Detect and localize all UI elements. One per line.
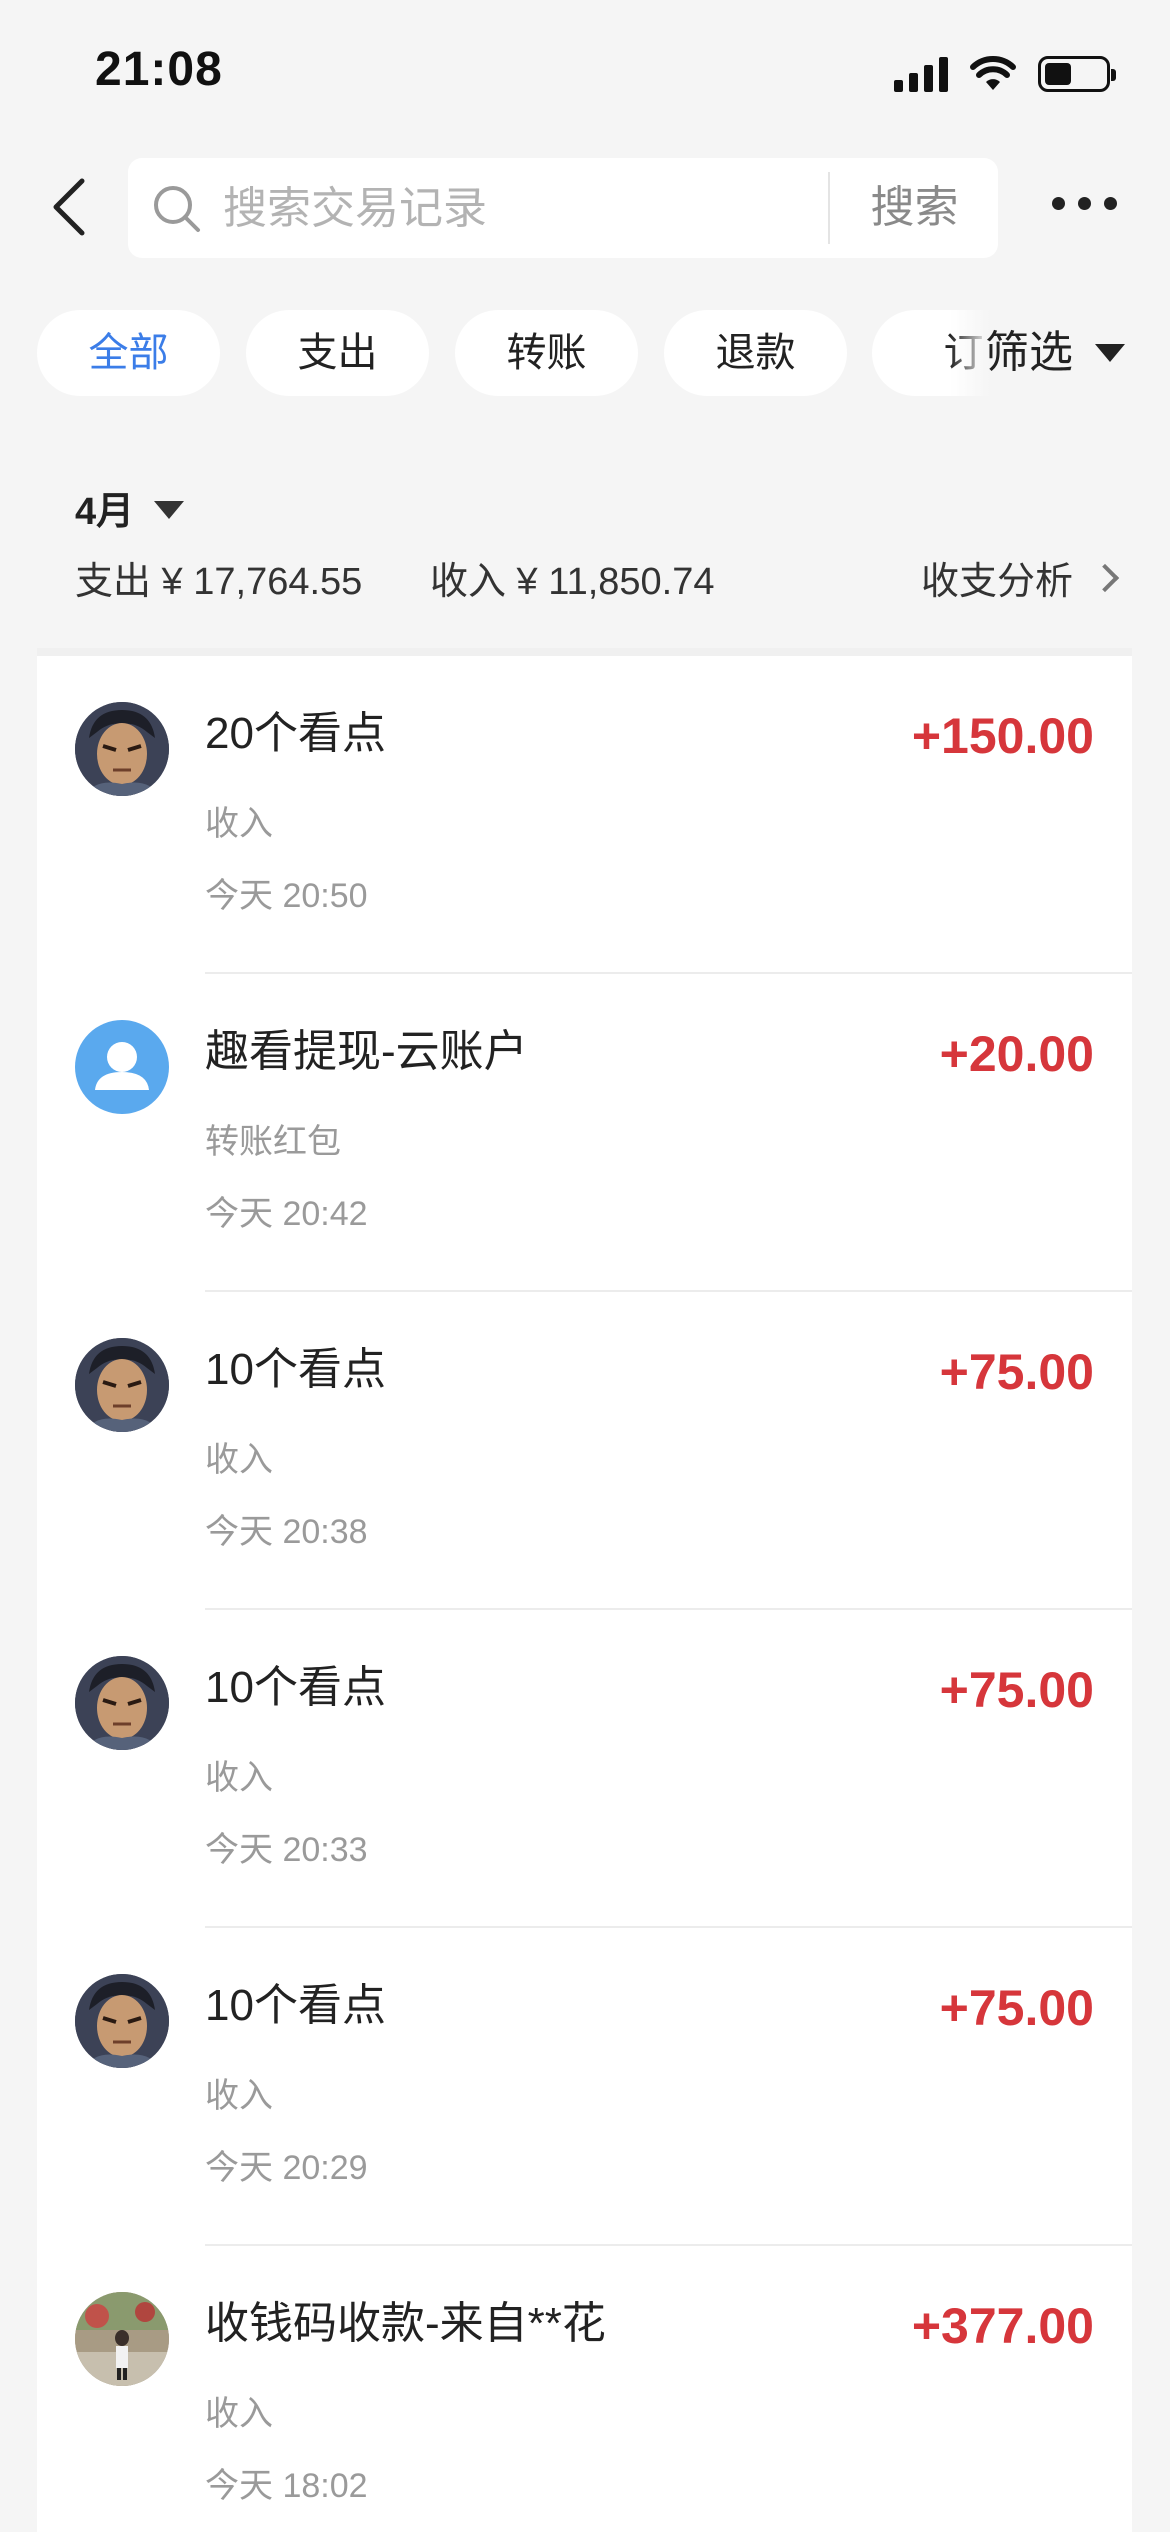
transaction-type: 收入: [205, 2077, 273, 2115]
transaction-type: 收入: [205, 1759, 273, 1797]
transaction-time: 今天 20:38: [205, 1513, 368, 1551]
transaction-title: 10个看点: [205, 1981, 386, 2030]
battery-icon: [1038, 56, 1116, 92]
filter-chip-all[interactable]: 全部: [37, 310, 220, 396]
transaction-time: 今天 20:50: [205, 877, 368, 915]
transaction-list: 20个看点 收入 今天 20:50 +150.00 趣看提现-云账户 转账红包 …: [37, 648, 1132, 2532]
transaction-amount: +20.00: [939, 1026, 1094, 1082]
transaction-time: 今天 20:29: [205, 2149, 368, 2187]
expense-total: 支出 ¥ 17,764.55: [75, 561, 363, 603]
wifi-icon: [970, 56, 1016, 90]
dropdown-arrow-icon: [1095, 344, 1125, 362]
chevron-right-icon: [1090, 563, 1120, 592]
transaction-item[interactable]: 10个看点 收入 今天 20:29 +75.00: [37, 1928, 1132, 2246]
transaction-amount: +75.00: [939, 1662, 1094, 1718]
top-bar: 搜索交易记录 搜索: [0, 155, 1170, 260]
transaction-type: 转账红包: [205, 1123, 341, 1161]
anime-avatar: [75, 1656, 169, 1750]
status-bar: 21:08: [0, 0, 1170, 150]
transaction-amount: +150.00: [911, 708, 1094, 764]
month-selector[interactable]: 4月: [75, 480, 185, 535]
income-total: 收入 ¥ 11,850.74: [430, 561, 715, 603]
transaction-title: 10个看点: [205, 1663, 386, 1712]
transaction-type: 收入: [205, 805, 273, 843]
transaction-time: 今天 20:33: [205, 1831, 368, 1869]
transaction-item[interactable]: 收钱码收款-来自**花 收入 今天 18:02 +377.00: [37, 2246, 1132, 2532]
month-label: 4月: [75, 491, 135, 533]
transaction-item[interactable]: 趣看提现-云账户 转账红包 今天 20:42 +20.00: [37, 974, 1132, 1292]
search-divider: [828, 172, 830, 244]
search-input[interactable]: 搜索交易记录: [223, 184, 487, 234]
default-user-avatar: [75, 1020, 169, 1114]
analysis-link[interactable]: 收支分析: [920, 550, 1120, 605]
filter-label: 筛选: [985, 328, 1073, 377]
search-box[interactable]: 搜索交易记录 搜索: [128, 158, 998, 258]
transaction-amount: +75.00: [939, 1980, 1094, 2036]
transaction-type: 收入: [205, 2395, 273, 2433]
transaction-item[interactable]: 10个看点 收入 今天 20:38 +75.00: [37, 1292, 1132, 1610]
anime-avatar: [75, 702, 169, 796]
filter-chip-expense[interactable]: 支出: [246, 310, 429, 396]
transaction-type: 收入: [205, 1441, 273, 1479]
transaction-title: 20个看点: [205, 709, 386, 758]
transaction-time: 今天 18:02: [205, 2467, 368, 2505]
transaction-title: 趣看提现-云账户: [205, 1027, 528, 1076]
search-icon: [154, 186, 200, 232]
month-dropdown-icon: [154, 500, 185, 519]
back-button[interactable]: [42, 177, 102, 237]
filter-button[interactable]: 筛选: [985, 310, 1125, 396]
transaction-item[interactable]: 10个看点 收入 今天 20:33 +75.00: [37, 1610, 1132, 1928]
filter-bar: 全部 支出 转账 退款 订 筛选: [0, 310, 1170, 396]
analysis-label: 收支分析: [920, 561, 1073, 603]
transaction-amount: +75.00: [939, 1344, 1094, 1400]
anime-avatar: [75, 1974, 169, 2068]
cellular-signal-icon: [894, 56, 948, 92]
status-icons: [894, 52, 1116, 96]
month-summary: 支出 ¥ 17,764.55 收入 ¥ 11,850.74 收支分析: [75, 550, 1120, 606]
photo-avatar: [75, 2292, 169, 2386]
filter-chip-transfer[interactable]: 转账: [455, 310, 638, 396]
transaction-title: 收钱码收款-来自**花: [205, 2299, 606, 2348]
filter-chip-refund[interactable]: 退款: [664, 310, 847, 396]
anime-avatar: [75, 1338, 169, 1432]
transaction-time: 今天 20:42: [205, 1195, 368, 1233]
transaction-item[interactable]: 20个看点 收入 今天 20:50 +150.00: [37, 656, 1132, 974]
status-time: 21:08: [95, 43, 223, 96]
transaction-amount: +377.00: [911, 2298, 1094, 2354]
transaction-title: 10个看点: [205, 1345, 386, 1394]
more-options-icon[interactable]: [1052, 197, 1117, 210]
search-button[interactable]: 搜索: [831, 158, 998, 258]
